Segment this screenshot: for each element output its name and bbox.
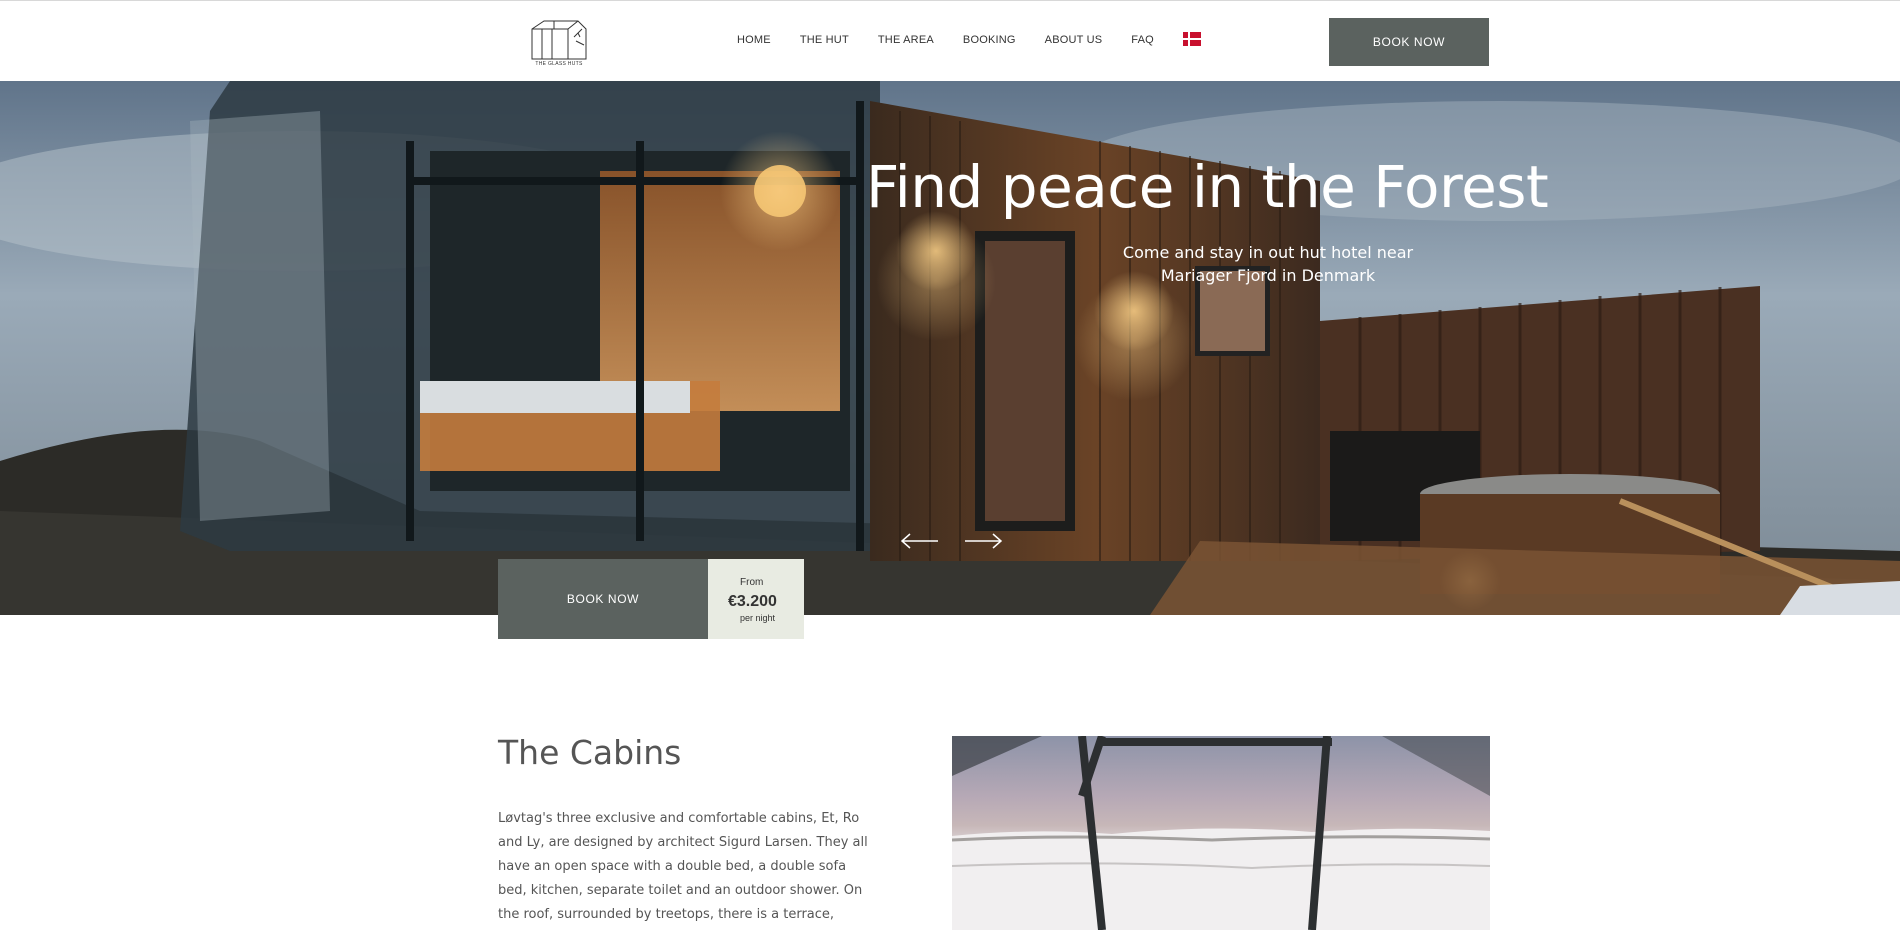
logo-text: THE GLASS HUTS bbox=[535, 61, 583, 67]
header-book-now-button[interactable]: BOOK NOW bbox=[1329, 18, 1489, 66]
booking-strip: BOOK NOW From €3.200 per night bbox=[498, 559, 804, 639]
nav-the-area[interactable]: THE AREA bbox=[878, 34, 934, 46]
cabin-view-image bbox=[952, 736, 1490, 930]
hero-subtitle: Come and stay in out hut hotel near Mari… bbox=[1122, 243, 1414, 285]
hero-slider: Find peace in the Forest Come and stay i… bbox=[0, 81, 1900, 615]
site-header: THE GLASS HUTS HOME THE HUT THE AREA BOO… bbox=[0, 0, 1900, 81]
nav-faq[interactable]: FAQ bbox=[1131, 34, 1154, 46]
hero-title: Find peace in the Forest bbox=[866, 153, 1549, 221]
cabin-interior-image bbox=[952, 736, 1490, 930]
logo[interactable]: THE GLASS HUTS bbox=[528, 15, 590, 71]
danish-flag-icon[interactable] bbox=[1182, 32, 1201, 46]
nav-about-us[interactable]: ABOUT US bbox=[1045, 34, 1103, 46]
price-box: From €3.200 per night bbox=[708, 559, 804, 639]
hero-book-now-button[interactable]: BOOK NOW bbox=[498, 559, 708, 639]
price-per-label: per night bbox=[740, 613, 776, 623]
price-from-label: From bbox=[740, 577, 764, 588]
arrow-right-icon[interactable] bbox=[963, 531, 1003, 551]
arrow-left-icon[interactable] bbox=[900, 531, 940, 551]
nav-home[interactable]: HOME bbox=[737, 34, 771, 46]
nav-booking[interactable]: BOOKING bbox=[963, 34, 1016, 46]
main-nav: HOME THE HUT THE AREA BOOKING ABOUT US F… bbox=[737, 32, 1201, 46]
cabins-title: The Cabins bbox=[498, 733, 682, 772]
cabins-description: Løvtag's three exclusive and comfortable… bbox=[498, 811, 868, 922]
price-value: €3.200 bbox=[728, 593, 777, 610]
nav-the-hut[interactable]: THE HUT bbox=[800, 34, 849, 46]
glass-hut-logo-icon bbox=[531, 20, 587, 60]
